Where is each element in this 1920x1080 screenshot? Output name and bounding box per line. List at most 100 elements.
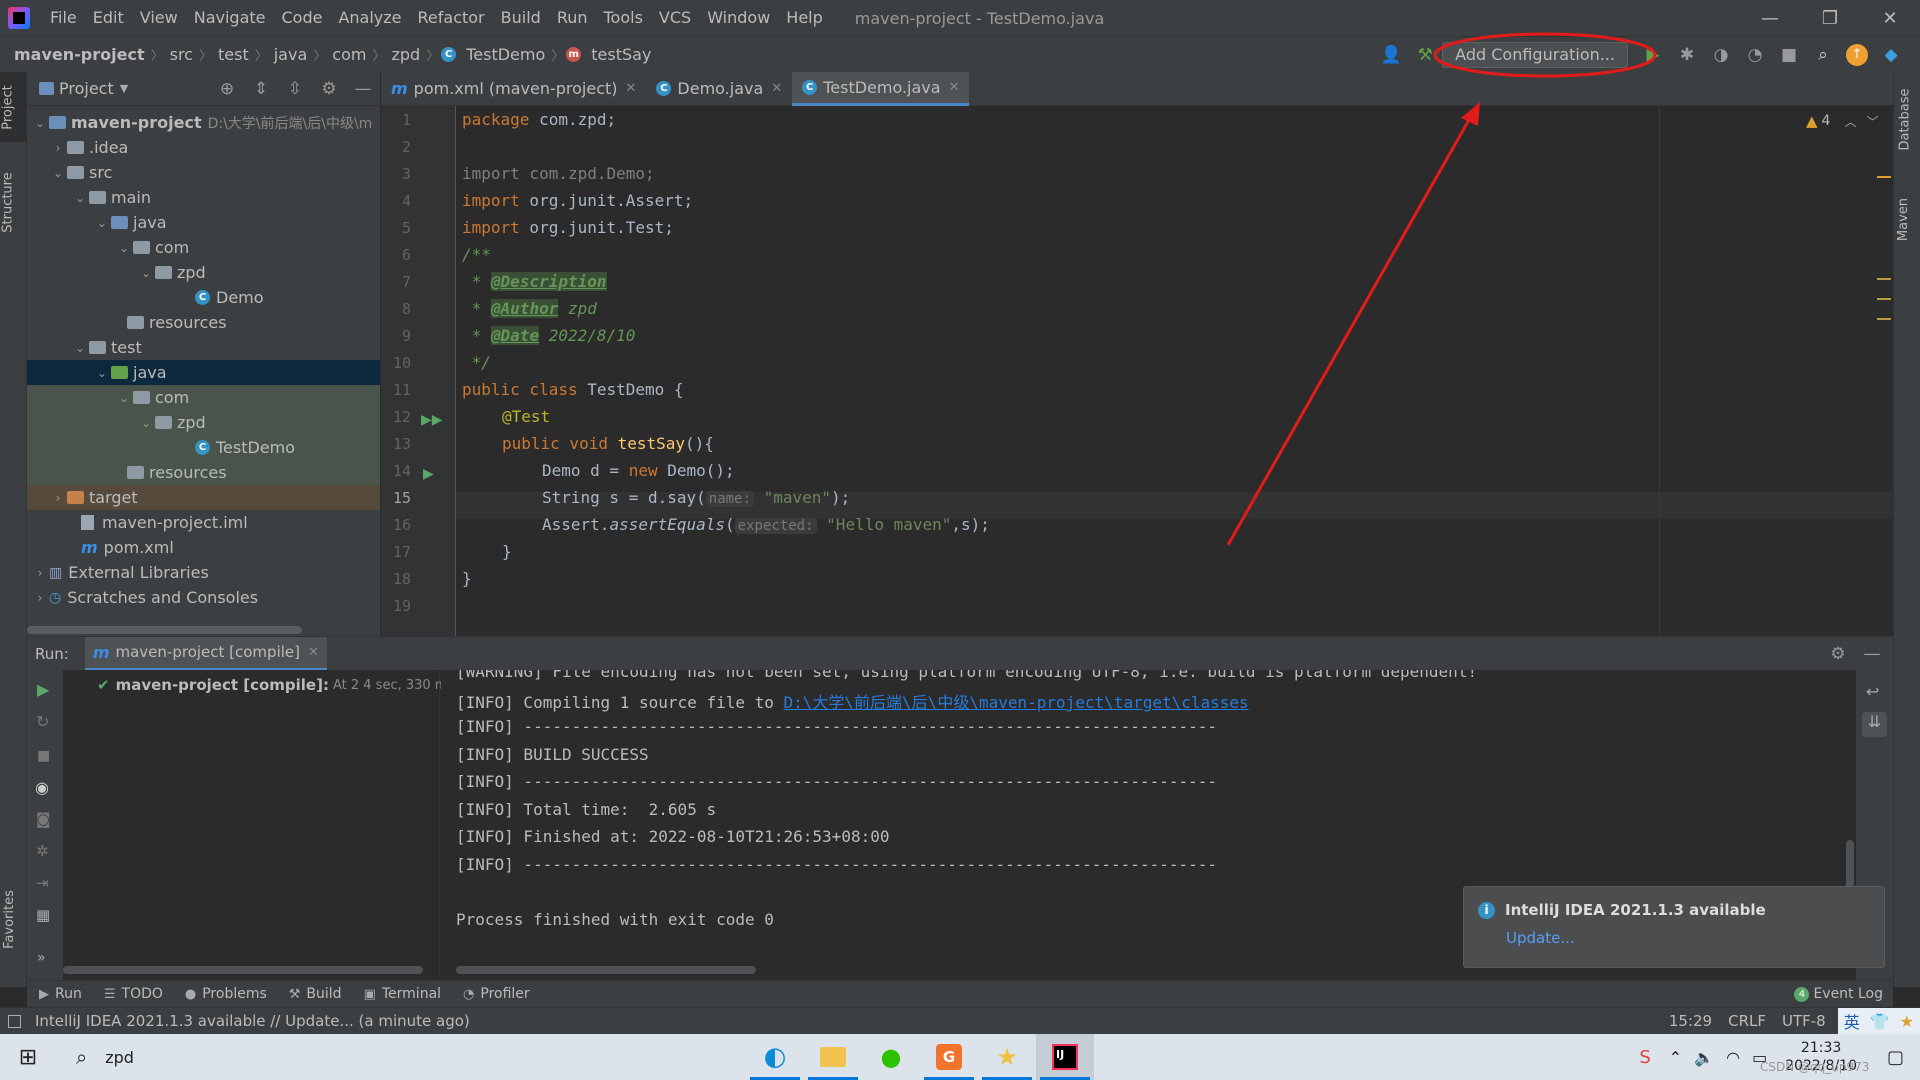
tab-testdemo-java[interactable]: C TestDemo.java ✕ (792, 71, 970, 106)
crumb-java[interactable]: java (270, 45, 312, 64)
event-log-tab[interactable]: 4 Event Log (1794, 986, 1883, 1002)
tool-tab-problems[interactable]: ● Problems (185, 986, 267, 1002)
taskbar-intellij[interactable]: IJ (1036, 1034, 1094, 1080)
chevron-up-icon[interactable]: ⌃ (1669, 1048, 1682, 1067)
expand-all-icon[interactable]: ⇕ (250, 78, 272, 100)
locate-icon[interactable]: ⊕ (216, 78, 238, 100)
minimize-button[interactable]: — (1740, 8, 1800, 29)
eye-icon[interactable]: ◉ (35, 778, 49, 797)
rerun-failed-icon[interactable]: ↻ (36, 712, 49, 731)
sogou-icon[interactable]: S (1639, 1047, 1650, 1068)
chevron-down-icon[interactable]: ⌄ (137, 266, 155, 280)
output-path-link[interactable]: D:\大学\前后端\后\中级\maven-project\target\clas… (784, 693, 1249, 712)
tree-item-scratches[interactable]: › ◷ Scratches and Consoles (27, 585, 380, 610)
jetbrains-toolbox-icon[interactable]: ◆ (1880, 44, 1902, 66)
taskbar-edge[interactable]: ◐ (746, 1034, 804, 1080)
tree-item-maven-project[interactable]: ⌄ maven-project D:\大学\前后端\后\中级\m (27, 110, 380, 135)
taskbar-pdf[interactable]: G (920, 1034, 978, 1080)
chevron-down-icon[interactable]: ⌄ (115, 391, 133, 405)
menu-help[interactable]: Help (778, 0, 830, 36)
maven-tool-tab[interactable]: Maven (1894, 182, 1920, 252)
caret-position[interactable]: 15:29 (1669, 1012, 1712, 1030)
tree-item-test[interactable]: ⌄ test (27, 335, 380, 360)
notification-center-icon[interactable]: ▢ (1887, 1047, 1904, 1068)
chevron-down-icon[interactable]: ⌄ (71, 341, 89, 355)
hide-icon[interactable]: — (352, 78, 374, 100)
user-icon[interactable]: 👤 (1380, 44, 1402, 66)
horizontal-scrollbar[interactable] (27, 626, 302, 634)
chevron-down-icon[interactable]: ▼ (120, 82, 128, 95)
menu-window[interactable]: Window (699, 0, 778, 36)
chevron-down-icon[interactable]: ⌄ (115, 241, 133, 255)
tab-demo-java[interactable]: C Demo.java ✕ (646, 72, 792, 106)
vertical-scrollbar[interactable] (1846, 840, 1854, 890)
ime-shirt-icon[interactable]: 👕 (1870, 1012, 1890, 1031)
menu-view[interactable]: View (132, 0, 186, 36)
exit-icon[interactable]: ⇥ (36, 874, 49, 892)
coverage-icon[interactable]: ◑ (1710, 44, 1732, 66)
collapse-all-icon[interactable]: ⇳ (284, 78, 306, 100)
menu-code[interactable]: Code (274, 0, 331, 36)
database-tool-tab[interactable]: Database (1894, 72, 1920, 167)
stop-icon[interactable]: ■ (1778, 44, 1800, 66)
run-icon[interactable]: ▶ (1642, 44, 1664, 66)
close-icon[interactable]: ✕ (626, 81, 637, 96)
build-hammer-icon[interactable]: ⚒ (1414, 44, 1436, 66)
tool-tab-terminal[interactable]: ▣ Terminal (364, 986, 441, 1002)
layout-icon[interactable]: ▦ (36, 906, 50, 924)
tool-tab-profiler[interactable]: ◔ Profiler (463, 986, 530, 1002)
chevron-down-icon[interactable]: ﹀ (1866, 113, 1878, 130)
crumb-com[interactable]: com (328, 45, 370, 64)
menu-run[interactable]: Run (549, 0, 596, 36)
crumb-zpd[interactable]: zpd (387, 45, 424, 64)
menu-tools[interactable]: Tools (596, 0, 651, 36)
add-configuration-button[interactable]: Add Configuration... (1442, 41, 1628, 68)
scroll-to-end-icon[interactable]: ⇊ (1862, 712, 1887, 737)
soft-wrap-icon[interactable]: ↩ (1866, 682, 1879, 701)
restore-button[interactable]: ❐ (1800, 8, 1860, 29)
crumb-project[interactable]: maven-project (10, 45, 149, 64)
chevron-right-icon[interactable]: › (49, 491, 67, 505)
tree-item-test-resources[interactable]: resources (27, 460, 380, 485)
inspection-widget[interactable]: ▲ 4 ︿ ﹀ (1806, 112, 1879, 130)
structure-tool-tab[interactable]: Structure (0, 167, 27, 237)
horizontal-scrollbar[interactable] (456, 966, 756, 974)
search-icon[interactable]: ⌕ (1812, 44, 1834, 66)
tree-item-main-zpd[interactable]: ⌄ zpd (27, 260, 380, 285)
rerun-icon[interactable]: ▶ (37, 680, 49, 699)
code-editor[interactable]: package com.zpd; import com.zpd.Demo; im… (456, 106, 1893, 636)
warning-marker[interactable] (1877, 278, 1891, 280)
run-tree-item[interactable]: ✔ maven-project [compile]: At 2 4 sec, 3… (97, 676, 454, 694)
volume-icon[interactable]: 🔈 (1694, 1048, 1714, 1067)
tab-pom-xml[interactable]: m pom.xml (maven-project) ✕ (381, 72, 646, 106)
tool-tab-build[interactable]: ⚒ Build (289, 986, 342, 1002)
favorites-tool-tab[interactable]: Favorites (0, 882, 27, 962)
project-view-selector[interactable]: Project (59, 79, 114, 98)
hide-icon[interactable]: — (1861, 643, 1883, 665)
chevron-right-icon[interactable]: › (31, 566, 49, 580)
tree-item-main-resources[interactable]: resources (27, 310, 380, 335)
status-message[interactable]: IntelliJ IDEA 2021.1.3 available // Upda… (35, 1012, 470, 1030)
taskbar-app-star[interactable]: ★ (978, 1034, 1036, 1080)
menu-analyze[interactable]: Analyze (330, 0, 409, 36)
close-button[interactable]: ✕ (1860, 8, 1920, 29)
stop-icon[interactable]: ■ (37, 748, 50, 764)
chevron-right-icon[interactable]: › (31, 591, 49, 605)
menu-vcs[interactable]: VCS (651, 0, 699, 36)
chevron-down-icon[interactable]: ⌄ (49, 166, 67, 180)
gear-icon[interactable]: ⚙ (318, 78, 340, 100)
taskbar-wechat[interactable]: ● (862, 1034, 920, 1080)
close-icon[interactable]: ✕ (949, 80, 960, 95)
warning-marker[interactable] (1877, 298, 1891, 300)
crumb-test[interactable]: test (214, 45, 253, 64)
chevron-down-icon[interactable]: ⌄ (31, 116, 49, 130)
project-tool-tab[interactable]: Project (0, 72, 27, 142)
chevron-right-icon[interactable]: › (49, 141, 67, 155)
crumb-testsay[interactable]: testSay (587, 45, 655, 64)
chevron-down-icon[interactable]: ⌄ (93, 366, 111, 380)
wifi-icon[interactable]: ◠ (1726, 1048, 1740, 1067)
toggle-tool-windows-icon[interactable] (8, 1014, 21, 1028)
gear-icon[interactable]: ⚙ (1827, 643, 1849, 665)
menu-build[interactable]: Build (493, 0, 549, 36)
chevron-down-icon[interactable]: ⌄ (137, 416, 155, 430)
